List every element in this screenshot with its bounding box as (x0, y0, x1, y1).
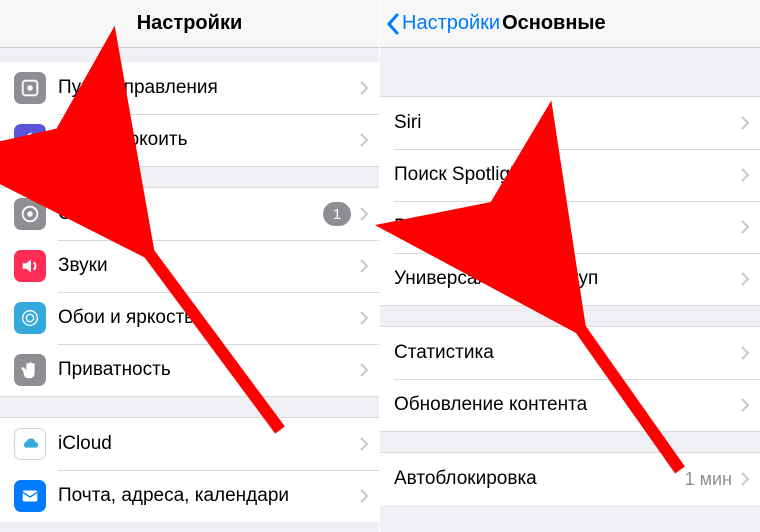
nav-title-right: Основные (502, 12, 606, 35)
general-group: Статистика Обновление контента (380, 326, 760, 432)
chevron-right-icon (740, 219, 750, 235)
chevron-right-icon (740, 167, 750, 183)
chevron-right-icon (359, 206, 369, 222)
chevron-right-icon (740, 271, 750, 287)
row-label: Пункт управления (58, 77, 359, 99)
settings-left-pane: Настройки Пункт управления Не беспокоить (0, 0, 380, 532)
general-group: Siri Поиск Spotlight Размер текста Униве… (380, 96, 760, 306)
general-group: Автоблокировка 1 мин (380, 452, 760, 505)
row-label: Звуки (58, 255, 359, 277)
cloud-icon (14, 428, 46, 460)
control-center-icon (14, 72, 46, 104)
hand-icon (14, 354, 46, 386)
row-label: Почта, адреса, календари (58, 485, 359, 507)
chevron-right-icon (740, 115, 750, 131)
settings-group: Пункт управления Не беспокоить (0, 62, 379, 167)
row-label: Основные (58, 203, 323, 225)
moon-icon (14, 124, 46, 156)
settings-right-pane: Настройки Основные Siri Поиск Spotlight … (380, 0, 760, 532)
row-icloud[interactable]: iCloud (0, 418, 379, 470)
chevron-right-icon (359, 80, 369, 96)
row-label: Универсальный доступ (394, 268, 740, 290)
wallpaper-icon (14, 302, 46, 334)
row-usage[interactable]: Статистика (380, 327, 760, 379)
row-spotlight[interactable]: Поиск Spotlight (380, 149, 760, 201)
row-label: Siri (394, 112, 740, 134)
row-do-not-disturb[interactable]: Не беспокоить (0, 114, 379, 166)
back-label: Настройки (402, 12, 500, 35)
row-label: Автоблокировка (394, 468, 685, 490)
row-label: Обои и яркость (58, 307, 359, 329)
row-wallpaper[interactable]: Обои и яркость (0, 292, 379, 344)
row-control-center[interactable]: Пункт управления (0, 62, 379, 114)
chevron-right-icon (359, 362, 369, 378)
navbar-right: Настройки Основные (380, 0, 760, 48)
row-autolock[interactable]: Автоблокировка 1 мин (380, 453, 760, 505)
badge: 1 (323, 202, 351, 226)
settings-group: Основные 1 Звуки Обои и яркость (0, 187, 379, 397)
row-siri[interactable]: Siri (380, 97, 760, 149)
row-background-refresh[interactable]: Обновление контента (380, 379, 760, 431)
row-label: Статистика (394, 342, 740, 364)
chevron-right-icon (740, 397, 750, 413)
chevron-right-icon (740, 345, 750, 361)
row-privacy[interactable]: Приватность (0, 344, 379, 396)
back-button[interactable]: Настройки (380, 12, 500, 35)
row-label: Размер текста (394, 216, 740, 238)
navbar-left: Настройки (0, 0, 379, 48)
row-label: iCloud (58, 433, 359, 455)
chevron-right-icon (359, 132, 369, 148)
row-text-size[interactable]: Размер текста (380, 201, 760, 253)
chevron-right-icon (359, 258, 369, 274)
row-label: Не беспокоить (58, 129, 359, 151)
chevron-right-icon (359, 310, 369, 326)
row-label: Приватность (58, 359, 359, 381)
sound-icon (14, 250, 46, 282)
row-label: Поиск Spotlight (394, 164, 740, 186)
row-general[interactable]: Основные 1 (0, 188, 379, 240)
gear-icon (14, 198, 46, 230)
nav-title-left: Настройки (0, 12, 379, 35)
chevron-right-icon (740, 471, 750, 487)
settings-group: iCloud Почта, адреса, календари (0, 417, 379, 522)
row-mail[interactable]: Почта, адреса, календари (0, 470, 379, 522)
chevron-right-icon (359, 436, 369, 452)
mail-icon (14, 480, 46, 512)
row-accessibility[interactable]: Универсальный доступ (380, 253, 760, 305)
row-label: Обновление контента (394, 394, 740, 416)
row-sounds[interactable]: Звуки (0, 240, 379, 292)
row-detail: 1 мин (685, 469, 732, 490)
chevron-right-icon (359, 488, 369, 504)
